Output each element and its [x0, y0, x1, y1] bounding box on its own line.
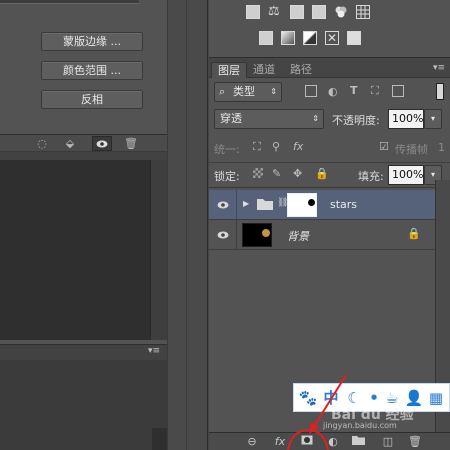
mask-edge-button[interactable]: 蒙版边缘 ...	[41, 32, 143, 51]
visibility-eye-icon[interactable]	[216, 228, 230, 242]
annotation-arrow	[287, 374, 347, 450]
unify-visibility-icon[interactable]: ⚲	[272, 140, 280, 154]
fill-label: 填充:	[358, 170, 384, 183]
opacity-label: 不透明度:	[332, 114, 380, 127]
color-range-button[interactable]: 颜色范围 ...	[41, 61, 143, 80]
adjustment-filter-icon[interactable]: ◐	[328, 85, 338, 99]
folder-icon	[257, 198, 273, 213]
layer-thumbnail[interactable]	[242, 223, 272, 247]
apply-mask-icon[interactable]: ⬙	[60, 136, 80, 151]
search-icon: ⌕	[219, 85, 226, 98]
eye-icon[interactable]	[92, 136, 112, 151]
lock-label: 锁定:	[214, 170, 240, 183]
layer-row-background[interactable]: 背景 🔒	[209, 220, 435, 250]
channel-mixer-icon[interactable]	[334, 5, 348, 19]
propagate-checkbox[interactable]: ☑	[379, 140, 389, 154]
divider	[236, 190, 237, 220]
tab-channels[interactable]: 通道	[247, 62, 281, 78]
gradient-icon[interactable]	[281, 31, 295, 45]
visibility-eye-icon[interactable]	[216, 198, 230, 212]
panel-dock-gutter	[167, 0, 208, 450]
select-arrows-icon: ⇕	[270, 87, 277, 96]
trash-icon[interactable]: 🗑	[121, 136, 141, 151]
layer-name[interactable]: stars	[330, 198, 357, 211]
panel-divider	[0, 152, 167, 160]
mask-dot	[308, 199, 315, 206]
mask-thumbnail[interactable]	[287, 193, 317, 217]
solid-color-icon[interactable]	[347, 31, 361, 45]
blend-mode-value: 穿透	[220, 112, 242, 125]
propagate-count: 1	[438, 141, 445, 154]
fill-field[interactable]: 100%	[388, 165, 424, 185]
vertical-scrollbar[interactable]	[150, 160, 167, 340]
layer-name[interactable]: 背景	[287, 228, 309, 244]
lower-panel	[0, 360, 167, 450]
photoshop-window: 蒙版边缘 ... 颜色范围 ... 反相 ◌ ⬙ 🗑 ▾≡ ⚖ ✕ 图层 通道 …	[0, 0, 450, 450]
blend-mode-select[interactable]: 穿透 ⇕	[214, 109, 324, 129]
link-icon[interactable]: ⊖	[243, 434, 261, 450]
panel-menu-icon[interactable]: ▾≡	[433, 63, 445, 73]
opacity-field[interactable]: 100%	[388, 109, 424, 129]
lock-paint-icon[interactable]: ✎	[272, 167, 281, 181]
select-arrows-icon: ⇕	[312, 114, 319, 123]
panel-menu-icon[interactable]: ▾≡	[148, 346, 160, 356]
tab-layers[interactable]: 图层	[211, 62, 247, 78]
selection-circle-icon[interactable]: ◌	[32, 136, 52, 151]
grid-icon[interactable]	[356, 5, 370, 19]
lower-scrollbar[interactable]	[152, 428, 167, 450]
hue-icon[interactable]	[290, 5, 304, 19]
opacity-dropdown[interactable]: ▾	[424, 109, 442, 129]
type-filter-icon[interactable]: T	[350, 84, 358, 98]
lock-icon: 🔒	[407, 227, 421, 240]
filter-type-label: 类型	[233, 85, 255, 98]
gutter-line	[186, 0, 187, 450]
color-lookup-icon[interactable]	[312, 5, 326, 19]
lock-all-icon[interactable]: 🔒	[315, 167, 329, 181]
invert-button[interactable]: 反相	[41, 90, 143, 109]
adjustments-panel: ⚖ ✕	[209, 0, 450, 58]
expand-arrow-icon[interactable]: ▶	[243, 199, 249, 208]
layer-row-stars[interactable]: ▶ ⛓ stars	[209, 190, 435, 220]
unify-label: 统一:	[214, 143, 240, 156]
canvas-area[interactable]	[0, 160, 150, 340]
panel-tabbar: 图层 通道 路径 ▾≡	[209, 60, 450, 78]
propagate-label: 传播帧	[395, 143, 428, 156]
shape-filter-icon[interactable]: ⛶	[371, 84, 379, 98]
moon-dot	[262, 229, 270, 237]
selective-color-icon[interactable]: ✕	[325, 31, 339, 45]
trash-icon[interactable]: 🗑	[406, 434, 424, 450]
divider	[236, 220, 237, 250]
filter-toggle[interactable]	[436, 83, 444, 100]
unify-style-icon[interactable]: fx	[293, 140, 303, 154]
tab-paths[interactable]: 路径	[284, 62, 318, 78]
balance-icon[interactable]: ⚖	[268, 5, 282, 19]
lower-panel-header: ▾≡	[0, 344, 167, 360]
list-top-border	[209, 187, 435, 188]
lock-transparent-icon[interactable]	[253, 168, 263, 178]
divider	[209, 162, 450, 163]
slider-track[interactable]	[0, 0, 139, 4]
smart-object-filter-icon[interactable]	[392, 85, 404, 97]
filter-type-select[interactable]: ⌕ 类型 ⇕	[214, 82, 282, 102]
unify-position-icon[interactable]: ⛶	[253, 140, 261, 154]
mask-panel-footer: ◌ ⬙ 🗑	[0, 134, 167, 152]
levels-icon[interactable]	[246, 5, 260, 19]
threshold-icon[interactable]	[303, 31, 317, 45]
lock-move-icon[interactable]: ✥	[293, 167, 302, 181]
invert-icon[interactable]	[259, 31, 273, 45]
image-filter-icon[interactable]	[305, 85, 317, 97]
new-layer-icon[interactable]: ◫	[379, 434, 397, 450]
apps-icon[interactable]: ▦	[426, 388, 446, 408]
